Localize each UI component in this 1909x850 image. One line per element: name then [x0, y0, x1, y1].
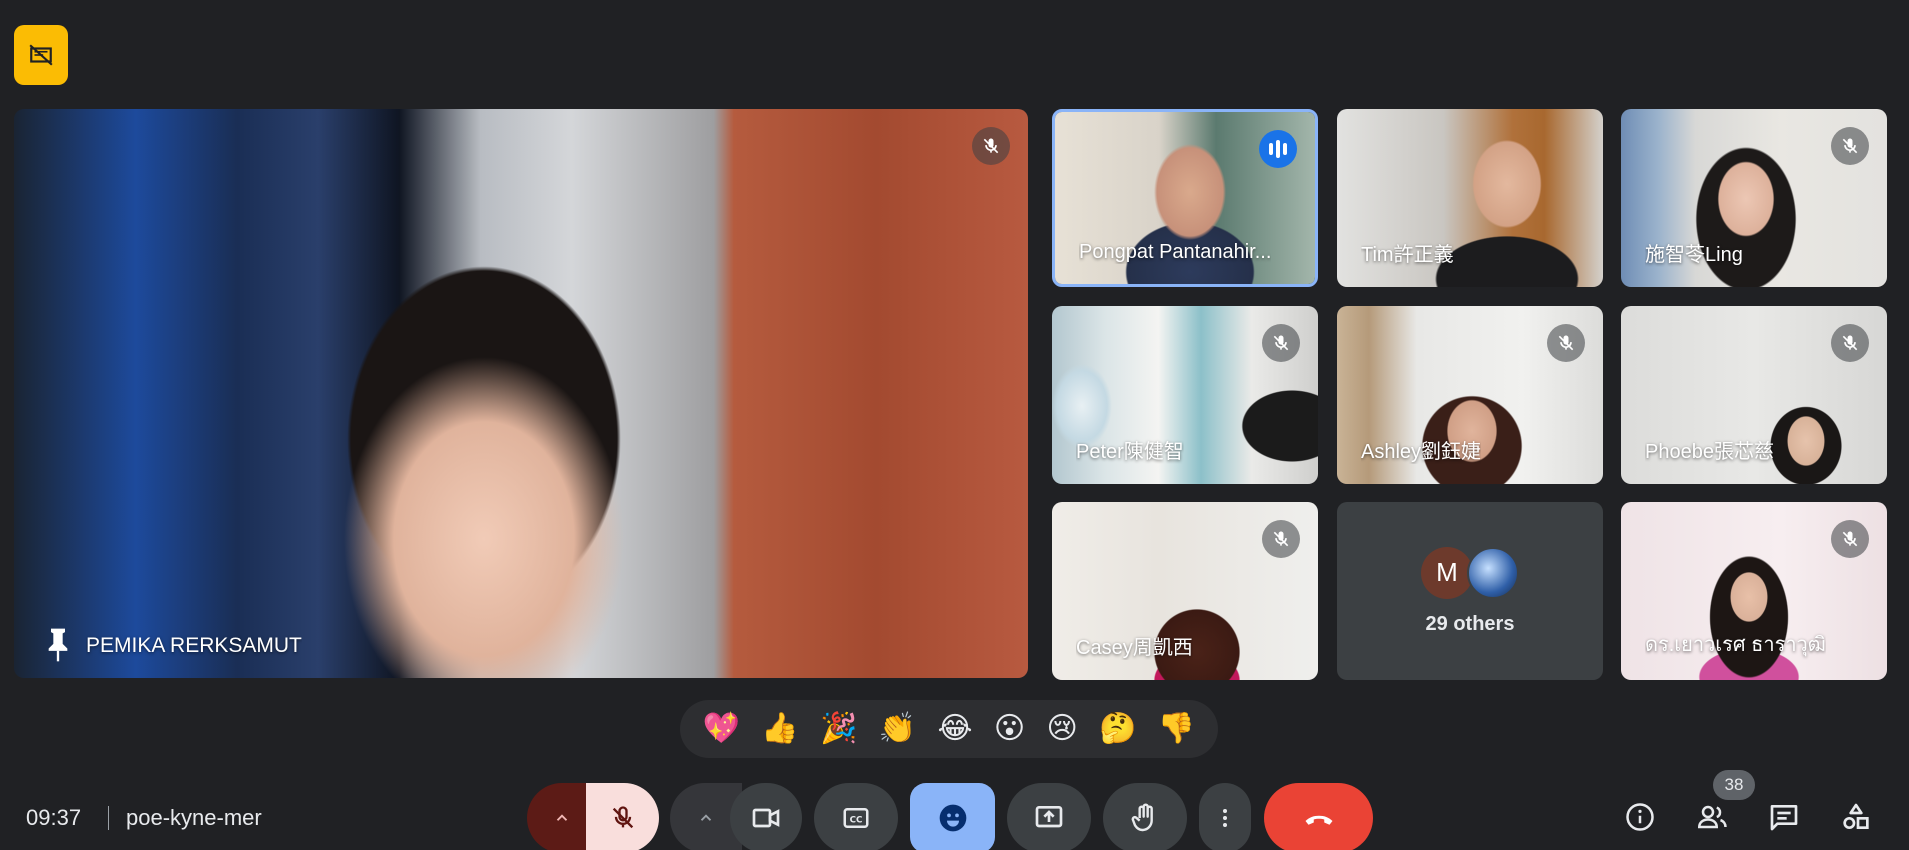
participant-name: 施智苓Ling: [1645, 244, 1743, 266]
meeting-details-button[interactable]: [1618, 795, 1662, 839]
mic-off-icon: [1558, 335, 1574, 351]
mic-off-indicator: [1831, 324, 1869, 362]
participant-tile[interactable]: Tim許正義: [1337, 109, 1603, 287]
participant-tile[interactable]: Phoebe張芯慈: [1621, 306, 1887, 484]
reaction-surprised[interactable]: 😮: [994, 714, 1025, 744]
present-button[interactable]: [1007, 783, 1091, 850]
participant-name: PEMIKA RERKSAMUT: [86, 634, 302, 657]
reaction-bar: 💖 👍 🎉 👏 😂 😮 😢 🤔 👎: [680, 700, 1218, 758]
mic-off-indicator: [1262, 520, 1300, 558]
reaction-party[interactable]: 🎉: [820, 714, 857, 744]
mic-off-icon: [1842, 531, 1858, 547]
reaction-sad[interactable]: 😢: [1047, 714, 1078, 744]
mic-off-icon: [1273, 335, 1289, 351]
more-vertical-icon: [1223, 809, 1227, 827]
mic-off-indicator: [972, 127, 1010, 165]
divider: [108, 806, 109, 830]
no-video-icon: [29, 44, 53, 66]
hang-up-icon: [1305, 815, 1332, 825]
meeting-time: 09:37: [26, 805, 82, 830]
participant-name: Peter陳健智: [1076, 441, 1184, 463]
participant-name: ดร.เยาวเรศ ธาราวุฒิ: [1645, 634, 1826, 656]
mic-off-icon: [1273, 531, 1289, 547]
reaction-heart[interactable]: 💖: [703, 714, 740, 744]
avatar: M: [1421, 546, 1473, 599]
chat-button[interactable]: [1762, 795, 1806, 839]
info-icon: [1626, 803, 1654, 831]
mic-off-icon: [612, 806, 633, 829]
pin-icon[interactable]: [44, 626, 72, 664]
mic-off-icon: [983, 138, 999, 154]
chevron-up-icon: [700, 814, 712, 821]
reaction-clap[interactable]: 👏: [879, 714, 916, 744]
chevron-up-icon: [556, 814, 568, 821]
leave-call-button[interactable]: [1264, 783, 1373, 850]
people-icon: [1697, 805, 1727, 829]
reaction-thumbs-up[interactable]: 👍: [761, 714, 798, 744]
reaction-laugh[interactable]: 😂: [937, 714, 972, 744]
present-screen-icon: [1035, 806, 1063, 828]
others-avatars: M: [1421, 546, 1519, 599]
reaction-thinking[interactable]: 🤔: [1099, 714, 1136, 744]
more-options-button[interactable]: [1199, 783, 1251, 850]
mic-off-indicator: [1547, 324, 1585, 362]
participant-tile[interactable]: Pongpat Pantanahir...: [1052, 109, 1318, 287]
emoji-icon: [939, 804, 966, 832]
participant-tile[interactable]: ดร.เยาวเรศ ธาราวุฒิ: [1621, 502, 1887, 680]
captions-button[interactable]: CC: [814, 783, 898, 850]
reaction-thumbs-down[interactable]: 👎: [1158, 714, 1195, 744]
participant-name: Phoebe張芯慈: [1645, 441, 1774, 463]
mic-off-indicator: [1831, 127, 1869, 165]
no-video-badge[interactable]: [14, 25, 68, 85]
participant-tile[interactable]: Casey周凱西: [1052, 502, 1318, 680]
meeting-code: poe-kyne-mer: [126, 805, 262, 830]
camera-toggle-button[interactable]: [730, 783, 802, 850]
closed-captions-icon: CC: [843, 808, 869, 828]
main-video-tile[interactable]: PEMIKA RERKSAMUT: [14, 109, 1028, 678]
mic-toggle-button[interactable]: [586, 783, 659, 850]
participant-name: Pongpat Pantanahir...: [1079, 241, 1272, 263]
mic-off-icon: [1842, 335, 1858, 351]
emoji-reactions-button[interactable]: [910, 783, 995, 850]
raise-hand-icon: [1131, 803, 1153, 832]
activities-icon: [1843, 803, 1869, 829]
svg-text:CC: CC: [850, 815, 863, 825]
avatar: [1467, 546, 1519, 599]
participant-name: Tim許正義: [1361, 244, 1454, 266]
participant-name: Ashley劉鈺婕: [1361, 441, 1482, 463]
participant-tile[interactable]: Ashley劉鈺婕: [1337, 306, 1603, 484]
participant-name: Casey周凱西: [1076, 637, 1193, 659]
chat-icon: [1770, 805, 1798, 831]
people-button[interactable]: [1691, 795, 1735, 839]
mic-off-indicator: [1262, 324, 1300, 362]
mic-off-icon: [1842, 138, 1858, 154]
others-count-label: 29 others: [1425, 612, 1515, 635]
others-tile[interactable]: M 29 others: [1337, 502, 1603, 680]
mic-off-indicator: [1831, 520, 1869, 558]
participant-tile[interactable]: Peter陳健智: [1052, 306, 1318, 484]
participant-tile[interactable]: 施智苓Ling: [1621, 109, 1887, 287]
raise-hand-button[interactable]: [1103, 783, 1187, 850]
camera-icon: [752, 808, 780, 828]
main-video-feed: [14, 109, 1028, 678]
speaking-indicator: [1259, 130, 1297, 168]
activities-button[interactable]: [1834, 795, 1878, 839]
